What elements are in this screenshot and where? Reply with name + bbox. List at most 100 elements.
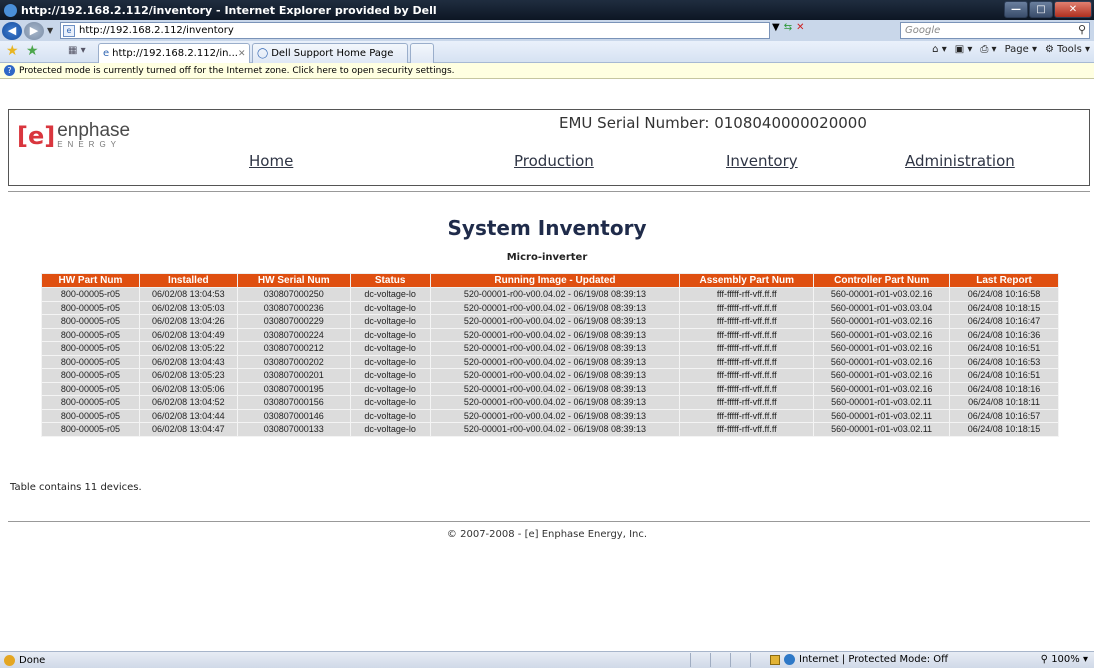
table-cell: 800-00005-r05 <box>41 408 140 423</box>
search-icon[interactable]: ⚲ <box>1078 23 1086 36</box>
table-cell: dc-voltage-lo <box>349 300 431 315</box>
table-cell: dc-voltage-lo <box>349 354 431 369</box>
table-cell: 06/02/08 13:04:44 <box>138 408 238 423</box>
table-cell: 800-00005-r05 <box>41 395 140 410</box>
table-row: 800-00005-r05 06/02/08 13:04:52 0308070001… <box>41 395 1059 410</box>
table-subtitle: Micro-inverter <box>506 252 588 263</box>
column-header: Last Report <box>949 273 1059 288</box>
column-header: Running Image - Updated <box>429 273 681 288</box>
table-header-row: HW Part Num Installed HW Serial Num Status R… <box>41 273 1059 288</box>
search-input[interactable]: Google ⚲ <box>900 22 1090 39</box>
tab-label: Dell Support Home Page <box>271 48 394 59</box>
divider <box>8 191 1090 192</box>
table-cell: dc-voltage-lo <box>349 395 431 410</box>
tab-inventory[interactable]: e http://192.168.2.112/in... ✕ <box>98 43 250 63</box>
minimize-icon[interactable]: — <box>1004 1 1028 18</box>
site-header: [e] enphase ENERGY EMU Serial Number: 01… <box>8 109 1090 186</box>
table-cell: 560-00001-r01-v03.02.11 <box>813 395 951 410</box>
column-header: Status <box>349 273 431 288</box>
table-cell: fff-fffff-rff-vff.ff.ff <box>679 408 815 423</box>
table-cell: 520-00001-r00-v00.04.02 - 06/19/08 08:39… <box>429 408 681 423</box>
status-divider <box>730 653 731 667</box>
print-icon[interactable]: ⎙ ▾ <box>980 44 996 55</box>
table-cell: 06/02/08 13:04:53 <box>138 287 238 302</box>
table-cell: 800-00005-r05 <box>41 327 140 342</box>
nav-inventory[interactable]: Inventory <box>726 152 798 170</box>
stop-icon[interactable]: ✕ <box>796 22 804 33</box>
window-controls: — □ ✕ <box>1003 1 1092 18</box>
table-cell: 800-00005-r05 <box>41 422 140 437</box>
logo-brand: enphase <box>57 120 131 141</box>
nav-home[interactable]: Home <box>249 152 293 170</box>
address-input[interactable]: e http://192.168.2.112/inventory <box>60 22 770 39</box>
add-favorites-icon[interactable]: ★ <box>26 43 39 59</box>
table-row: 800-00005-r05 06/02/08 13:05:23 0308070002… <box>41 368 1059 383</box>
table-cell: 800-00005-r05 <box>41 314 140 329</box>
feeds-icon[interactable]: ▣ ▾ <box>955 44 973 55</box>
status-divider <box>690 653 691 667</box>
zoom-level: 100% <box>1051 654 1080 665</box>
table-cell: 800-00005-r05 <box>41 341 140 356</box>
table-cell: dc-voltage-lo <box>349 381 431 396</box>
new-tab-button[interactable] <box>410 43 434 63</box>
table-cell: 06/24/08 10:16:53 <box>949 354 1059 369</box>
nav-production[interactable]: Production <box>514 152 594 170</box>
page-menu[interactable]: Page ▾ <box>1005 44 1037 55</box>
zone-text: Internet | Protected Mode: Off <box>799 654 949 665</box>
table-cell: dc-voltage-lo <box>349 314 431 329</box>
tab-dell-support[interactable]: ◯ Dell Support Home Page <box>252 43 408 63</box>
table-cell: 06/24/08 10:16:57 <box>949 408 1059 423</box>
table-cell: 520-00001-r00-v00.04.02 - 06/19/08 08:39… <box>429 368 681 383</box>
zoom-control[interactable]: ⚲ 100% ▾ <box>1041 654 1088 665</box>
inventory-table: HW Part Num Installed HW Serial Num Status R… <box>41 273 1059 437</box>
table-cell: 06/02/08 13:04:43 <box>138 354 238 369</box>
status-divider <box>710 653 711 667</box>
table-cell: fff-fffff-rff-vff.ff.ff <box>679 300 815 315</box>
table-cell: dc-voltage-lo <box>349 408 431 423</box>
table-cell: 06/24/08 10:18:15 <box>949 300 1059 315</box>
footer-divider <box>8 521 1090 522</box>
table-cell: 800-00005-r05 <box>41 354 140 369</box>
enphase-logo[interactable]: [e] enphase ENERGY <box>17 120 131 150</box>
tab-page-icon: ◯ <box>257 48 269 59</box>
nav-administration[interactable]: Administration <box>905 152 1015 170</box>
command-bar: ⌂ ▾ ▣ ▾ ⎙ ▾ Page ▾ ⚙ Tools ▾ <box>932 44 1090 55</box>
tab-page-icon: e <box>103 48 110 59</box>
table-cell: 520-00001-r00-v00.04.02 - 06/19/08 08:39… <box>429 381 681 396</box>
table-cell: 06/24/08 10:16:47 <box>949 314 1059 329</box>
column-header: HW Serial Num <box>236 273 351 288</box>
forward-button[interactable]: ▶ <box>24 21 44 40</box>
close-icon[interactable]: ✕ <box>1054 1 1092 18</box>
table-cell: 030807000212 <box>236 341 351 356</box>
table-cell: fff-fffff-rff-vff.ff.ff <box>679 368 815 383</box>
table-cell: 560-00001-r01-v03.02.16 <box>813 314 951 329</box>
maximize-icon[interactable]: □ <box>1029 1 1053 18</box>
address-tools: ▼ ⇆ ✕ <box>772 22 808 33</box>
history-dropdown-icon[interactable]: ▼ <box>47 26 53 35</box>
table-cell: 06/24/08 10:16:51 <box>949 341 1059 356</box>
window-title-bar: http://192.168.2.112/inventory - Interne… <box>0 0 1094 20</box>
close-tab-icon[interactable]: ✕ <box>238 49 246 59</box>
quick-tabs-icon[interactable]: ▦ ▾ <box>68 45 86 56</box>
refresh-icon[interactable]: ⇆ <box>784 22 792 33</box>
favorites-star-icon[interactable]: ★ <box>6 43 19 59</box>
security-info-bar[interactable]: ? Protected mode is currently turned off… <box>0 63 1094 79</box>
table-row: 800-00005-r05 06/02/08 13:04:44 0308070001… <box>41 408 1059 423</box>
window-title: http://192.168.2.112/inventory - Interne… <box>21 3 437 17</box>
table-cell: 06/02/08 13:04:49 <box>138 327 238 342</box>
table-cell: 030807000133 <box>236 422 351 437</box>
table-row: 800-00005-r05 06/02/08 13:05:22 0308070002… <box>41 341 1059 356</box>
table-cell: 520-00001-r00-v00.04.02 - 06/19/08 08:39… <box>429 327 681 342</box>
table-cell: 800-00005-r05 <box>41 300 140 315</box>
table-cell: 06/24/08 10:18:16 <box>949 381 1059 396</box>
table-cell: 06/02/08 13:05:22 <box>138 341 238 356</box>
table-cell: 520-00001-r00-v00.04.02 - 06/19/08 08:39… <box>429 341 681 356</box>
table-cell: 520-00001-r00-v00.04.02 - 06/19/08 08:39… <box>429 300 681 315</box>
zoom-dropdown-icon[interactable]: ▾ <box>1083 654 1088 665</box>
security-zone[interactable]: Internet | Protected Mode: Off <box>770 654 948 665</box>
table-cell: fff-fffff-rff-vff.ff.ff <box>679 327 815 342</box>
tools-menu[interactable]: ⚙ Tools ▾ <box>1045 44 1090 55</box>
back-button[interactable]: ◀ <box>2 21 22 40</box>
home-icon[interactable]: ⌂ ▾ <box>932 44 947 55</box>
address-dropdown-icon[interactable]: ▼ <box>772 22 780 33</box>
